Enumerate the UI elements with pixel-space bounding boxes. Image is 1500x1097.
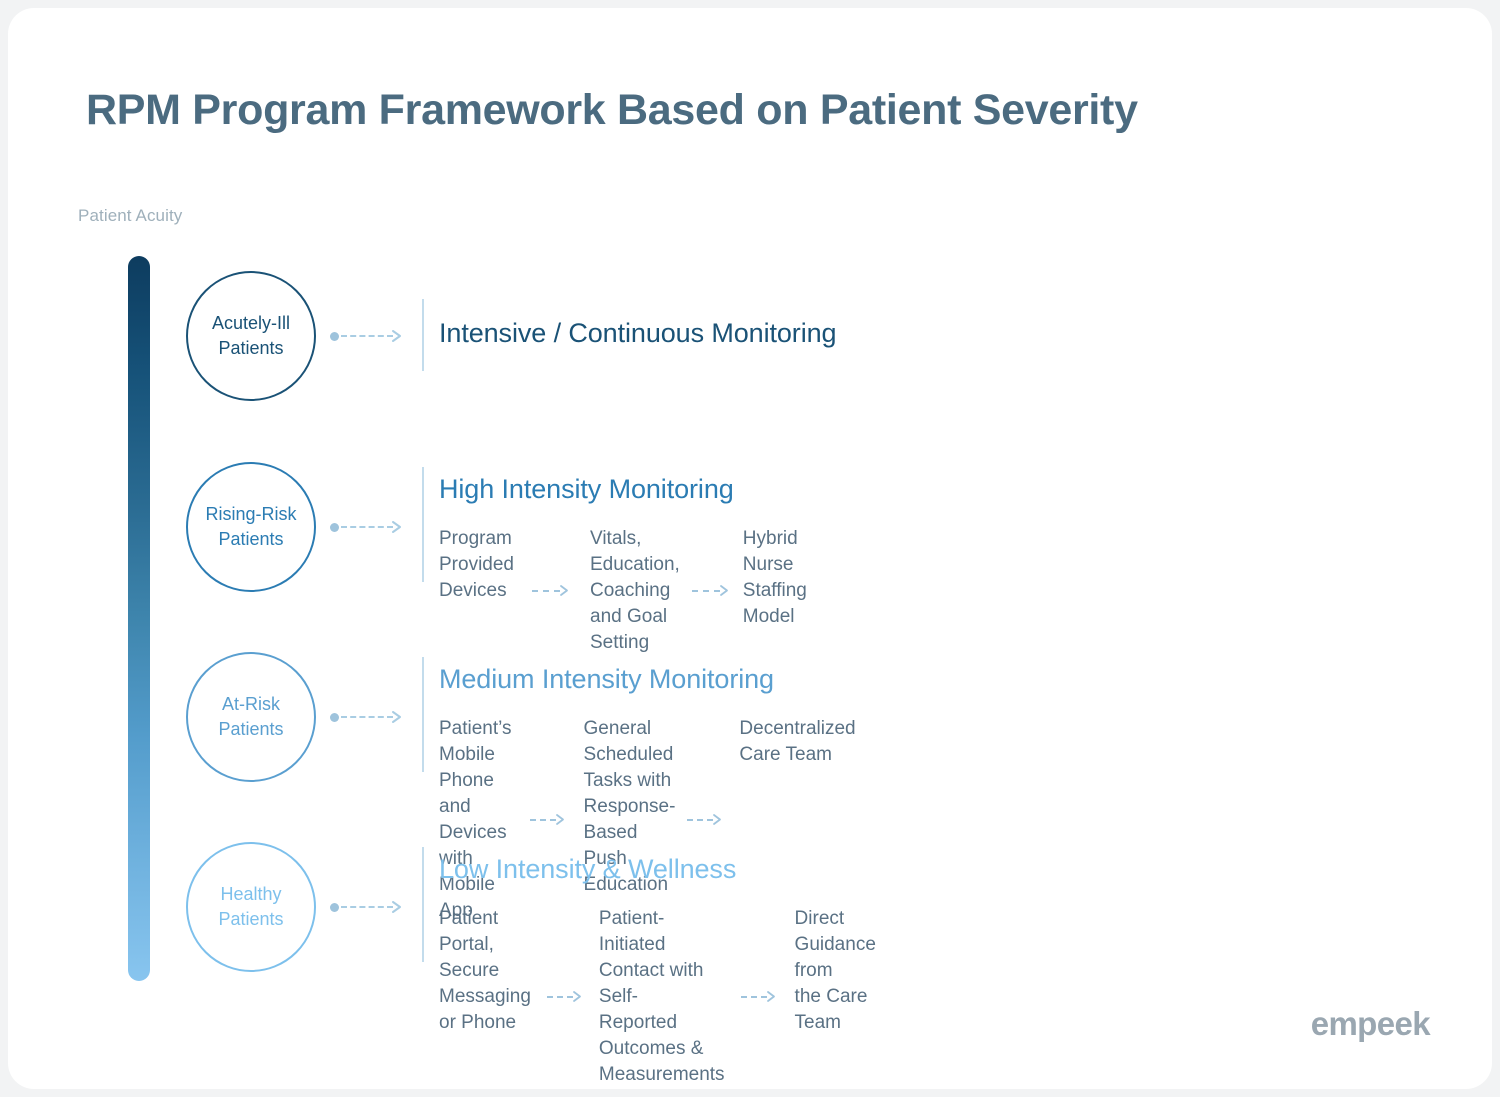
step-arrow-icon [680,578,743,604]
step-arrowhead-icon [711,813,724,826]
severity-circle-label-line1: Rising-Risk [205,504,297,524]
step-item: Hybrid Nurse Staffing Model [742,528,807,627]
step-item: Vitals, Education, Coaching and Goal Set… [590,528,680,653]
step-arrow-dashed-line [740,996,767,998]
severity-block-at-risk: Medium Intensity Monitoring [439,664,774,695]
severity-heading: High Intensity Monitoring [439,474,734,504]
step-arrow-dashed-line [687,819,714,821]
row-divider [422,657,424,772]
step-arrowhead-icon [765,990,778,1003]
severity-circle-label-line1: Healthy [220,884,282,904]
step-arrow-dashed-line [529,819,556,821]
connector-dot-icon [330,713,339,722]
page-title: RPM Program Framework Based on Patient S… [86,86,1138,134]
step-arrowhead-icon [571,990,584,1003]
patient-acuity-gradient-bar [128,256,150,981]
severity-circle-acutely-ill[interactable]: Acutely-Ill Patients [186,271,316,401]
step-item: Decentralized Care Team [739,718,856,765]
step-item: Patient’s Mobile Phone and Devices with … [439,718,512,921]
slide-card: RPM Program Framework Based on Patient S… [8,8,1492,1089]
step-item: Program Provided Devices [439,528,514,601]
severity-circle-rising-risk[interactable]: Rising-Risk Patients [186,462,316,592]
step-arrow-dashed-line [691,590,720,592]
connector-arrow-at-risk [330,710,406,724]
connector-dashed-line [341,716,393,718]
patient-acuity-axis-label: Patient Acuity [78,206,183,225]
step-arrowhead-icon [558,584,571,597]
severity-circle-label-line1: Acutely-Ill [211,313,291,333]
step-item: Patient Portal, Secure Messaging or Phon… [439,908,531,1033]
row-divider [422,299,424,371]
severity-heading: Medium Intensity Monitoring [439,664,774,694]
steps-list-healthy: Patient Portal, Secure Messaging or Phon… [439,906,876,1088]
step-arrowhead-icon [554,813,567,826]
connector-arrowhead-icon [390,329,404,343]
step-arrow-dashed-line [532,590,560,592]
connector-dot-icon [330,903,339,912]
step-arrow-dashed-line [546,996,573,998]
connector-dot-icon [330,523,339,532]
severity-heading: Low Intensity & Wellness [439,854,737,884]
connector-arrowhead-icon [390,900,404,914]
connector-dot-icon [330,332,339,341]
step-arrow-icon [531,984,599,1010]
step-arrow-icon [725,984,795,1010]
step-item: Patient-Initiated Contact with Self- Rep… [598,908,725,1085]
connector-arrow-rising-risk [330,520,406,534]
severity-heading: Intensive / Continuous Monitoring [439,318,837,348]
connector-arrowhead-icon [390,520,404,534]
severity-circle-healthy[interactable]: Healthy Patients [186,842,316,972]
step-arrow-icon [675,807,739,833]
row-divider [422,847,424,962]
step-item: Direct Guidance from the Care Team [794,908,876,1033]
connector-dashed-line [341,335,393,337]
connector-arrow-acutely-ill [330,329,406,343]
row-divider [422,467,424,582]
severity-circle-label-line2: Patients [218,719,284,739]
step-arrow-icon [512,807,584,833]
severity-circle-label-line2: Patients [218,338,284,358]
connector-dashed-line [341,906,393,908]
steps-list-rising-risk: Program Provided Devices Vitals, Educati… [439,526,807,656]
step-arrowhead-icon [718,584,731,597]
connector-arrowhead-icon [390,710,404,724]
step-arrow-icon [514,578,590,604]
connector-arrow-healthy [330,900,406,914]
severity-circle-at-risk[interactable]: At-Risk Patients [186,652,316,782]
severity-block-rising-risk: High Intensity Monitoring [439,474,734,505]
connector-dashed-line [341,526,393,528]
empeek-logo: empeek [1310,1005,1431,1042]
severity-block-acutely-ill: Intensive / Continuous Monitoring [439,318,837,349]
severity-circle-label-line2: Patients [218,529,284,549]
steps-list-at-risk: Patient’s Mobile Phone and Devices with … [439,716,856,924]
severity-circle-label-line2: Patients [218,909,284,929]
severity-circle-label-line1: At-Risk [222,694,280,714]
severity-block-healthy: Low Intensity & Wellness [439,854,736,885]
